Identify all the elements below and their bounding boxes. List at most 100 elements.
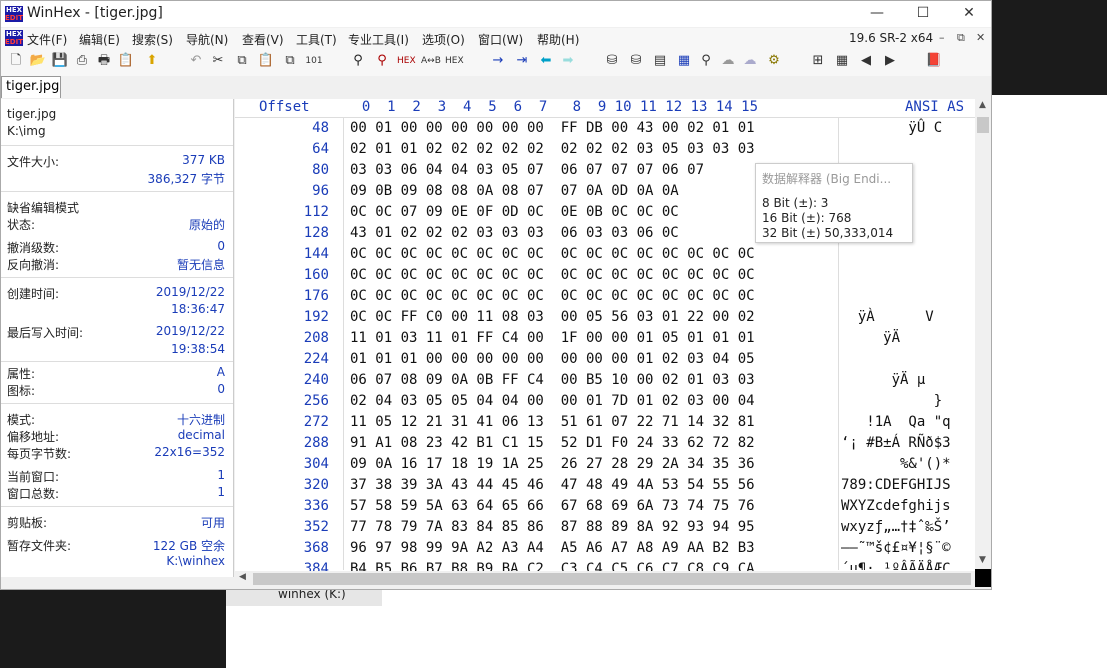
ansi-row-text[interactable]: 789:CDEFGHIJS bbox=[841, 477, 951, 493]
close-button[interactable]: ✕ bbox=[959, 4, 979, 22]
options-gear-icon[interactable]: ⚙ bbox=[765, 52, 783, 70]
open-disk-icon[interactable]: ⛁ bbox=[603, 52, 621, 70]
print-icon[interactable]: ⎙ bbox=[73, 52, 91, 70]
menu-navigate[interactable]: 导航(N) bbox=[186, 31, 228, 48]
find-hex-icon[interactable]: HEX bbox=[397, 52, 416, 70]
hex-row-bytes[interactable]: 96 97 98 99 9A A2 A3 A4 A5 A6 A7 A8 A9 A… bbox=[350, 540, 755, 556]
hex-row-bytes[interactable]: 0C 0C 0C 0C 0C 0C 0C 0C 0C 0C 0C 0C 0C 0… bbox=[350, 288, 755, 304]
menu-options[interactable]: 选项(O) bbox=[422, 31, 465, 48]
temp-folder-path: K:\winhex bbox=[166, 554, 225, 568]
hex-row-bytes[interactable]: 09 0B 09 08 08 0A 08 07 07 0A 0D 0A 0A bbox=[350, 183, 679, 199]
vertical-scroll-thumb[interactable] bbox=[977, 117, 989, 133]
export-icon[interactable]: ⬆ bbox=[143, 52, 161, 70]
doc-restore-icon[interactable]: ⧉ bbox=[957, 31, 965, 45]
replace-hex-icon[interactable]: A↔B bbox=[421, 52, 441, 70]
paste-zero-icon[interactable]: ⧉ bbox=[281, 52, 299, 70]
hex-row-bytes[interactable]: 02 01 01 02 02 02 02 02 02 02 02 03 05 0… bbox=[350, 141, 755, 157]
find-text-icon[interactable]: ⚲ bbox=[349, 52, 367, 70]
disk-add-icon[interactable]: ⛁ bbox=[627, 52, 645, 70]
undo-icon[interactable]: ↶ bbox=[187, 52, 205, 70]
ansi-row-text[interactable]: WXYZcdefghijs bbox=[841, 498, 951, 514]
ansi-row-text[interactable]: ÿÀ V bbox=[841, 309, 934, 325]
minimize-button[interactable]: — bbox=[867, 4, 887, 22]
hex-row-bytes[interactable]: 0C 0C FF C0 00 11 08 03 00 05 56 03 01 2… bbox=[350, 309, 755, 325]
vertical-scrollbar[interactable] bbox=[975, 99, 991, 569]
hex-row-bytes[interactable]: 01 01 01 00 00 00 00 00 00 00 00 01 02 0… bbox=[350, 351, 755, 367]
scroll-left-icon[interactable]: ◀ bbox=[239, 572, 246, 582]
scroll-down-icon[interactable]: ▼ bbox=[979, 555, 986, 565]
hex-row-bytes[interactable]: 91 A1 08 23 42 B1 C1 15 52 D1 F0 24 33 6… bbox=[350, 435, 755, 451]
ansi-row-text[interactable]: wxyzƒ„…†‡ˆ‰Š’ bbox=[841, 519, 951, 535]
hex-row-bytes[interactable]: 0C 0C 07 09 0E 0F 0D 0C 0E 0B 0C 0C 0C bbox=[350, 204, 679, 220]
menu-help[interactable]: 帮助(H) bbox=[537, 31, 579, 48]
help-book-icon[interactable]: 📕 bbox=[925, 52, 943, 70]
hex-row-bytes[interactable]: 0C 0C 0C 0C 0C 0C 0C 0C 0C 0C 0C 0C 0C 0… bbox=[350, 267, 755, 283]
winhex-window: HEX EDIT WinHex - [tiger.jpg] — ☐ ✕ HEX ED… bbox=[0, 0, 992, 590]
hex-values-icon[interactable]: HEX bbox=[445, 52, 464, 70]
hex-row-bytes[interactable]: 00 01 00 00 00 00 00 00 FF DB 00 43 00 0… bbox=[350, 120, 755, 136]
ansi-row-text[interactable]: ‘¡ #B±Á RÑð$3 bbox=[841, 435, 951, 451]
hex-row-bytes[interactable]: 0C 0C 0C 0C 0C 0C 0C 0C 0C 0C 0C 0C 0C 0… bbox=[350, 246, 755, 262]
menu-view[interactable]: 查看(V) bbox=[242, 31, 284, 48]
menu-window[interactable]: 窗口(W) bbox=[478, 31, 523, 48]
title-bar[interactable]: HEX EDIT WinHex - [tiger.jpg] — ☐ ✕ bbox=[1, 1, 991, 27]
hex-row-bytes[interactable]: 03 03 06 04 04 03 05 07 06 07 07 07 06 0… bbox=[350, 162, 704, 178]
save-icon[interactable]: 💾 bbox=[51, 52, 69, 70]
cut-icon[interactable]: ✂ bbox=[209, 52, 227, 70]
ansi-row-text[interactable]: ÿÄ µ bbox=[841, 372, 926, 388]
horizontal-scroll-thumb[interactable] bbox=[253, 573, 971, 585]
hex-row-bytes[interactable]: 77 78 79 7A 83 84 85 86 87 88 89 8A 92 9… bbox=[350, 519, 755, 535]
hex-row-bytes[interactable]: 02 04 03 05 05 04 04 00 00 01 7D 01 02 0… bbox=[350, 393, 755, 409]
hex-row-bytes[interactable]: 37 38 39 3A 43 44 45 46 47 48 49 4A 53 5… bbox=[350, 477, 755, 493]
menu-file[interactable]: 文件(F) bbox=[27, 31, 67, 48]
size-label: 文件大小: bbox=[7, 155, 60, 169]
menu-edit[interactable]: 编辑(E) bbox=[79, 31, 120, 48]
ansi-row-text[interactable]: !1A Qa "q bbox=[841, 414, 950, 430]
goto-sector-icon[interactable]: ⇥ bbox=[513, 52, 531, 70]
open-file-icon[interactable]: 📂 bbox=[29, 52, 47, 70]
offset-cell: 368 bbox=[303, 540, 329, 556]
new-file-icon[interactable]: 🗋 bbox=[7, 52, 25, 70]
next-icon[interactable]: ▶ bbox=[881, 52, 899, 70]
technical-icon[interactable]: ☁ bbox=[741, 52, 759, 70]
replace-text-icon[interactable]: ⚲ bbox=[373, 52, 391, 70]
ansi-row-text[interactable]: –—˜™š¢£¤¥¦§¨© bbox=[841, 540, 951, 556]
ansi-row-text[interactable]: %&'()* bbox=[841, 456, 951, 472]
sync-icon[interactable]: ⊞ bbox=[809, 52, 827, 70]
calculator-icon[interactable]: ▦ bbox=[675, 52, 693, 70]
menu-pro-tools[interactable]: 专业工具(I) bbox=[348, 31, 409, 48]
doc-minimize-icon[interactable]: – bbox=[939, 31, 945, 44]
previous-icon[interactable]: ◀ bbox=[857, 52, 875, 70]
scrollbar-corner bbox=[975, 569, 991, 587]
hex-row-bytes[interactable]: 57 58 59 5A 63 64 65 66 67 68 69 6A 73 7… bbox=[350, 498, 755, 514]
scroll-up-icon[interactable]: ▲ bbox=[979, 100, 986, 110]
compare-icon[interactable]: ▦ bbox=[833, 52, 851, 70]
forward-icon[interactable]: ➡ bbox=[559, 52, 577, 70]
menu-tools[interactable]: 工具(T) bbox=[296, 31, 337, 48]
ram-icon[interactable]: ▤ bbox=[651, 52, 669, 70]
hex-row-bytes[interactable]: 43 01 02 02 02 03 03 03 06 03 03 06 0C bbox=[350, 225, 679, 241]
hex-row-bytes[interactable]: 11 01 03 11 01 FF C4 00 1F 00 00 01 05 0… bbox=[350, 330, 755, 346]
back-icon[interactable]: ⬅ bbox=[537, 52, 555, 70]
hex-row-bytes[interactable]: 09 0A 16 17 18 19 1A 25 26 27 28 29 2A 3… bbox=[350, 456, 755, 472]
hex-row-bytes[interactable]: 06 07 08 09 0A 0B FF C4 00 B5 10 00 02 0… bbox=[350, 372, 755, 388]
ansi-row-text[interactable]: ÿÛ C bbox=[841, 120, 942, 136]
properties-icon[interactable]: 📋 bbox=[117, 52, 135, 70]
fill-bytes-icon[interactable]: 101 bbox=[305, 52, 323, 70]
ansi-row-text[interactable]: ´µ¶·¸¹ºÂÃÄÅÆÇ bbox=[841, 561, 951, 570]
ansi-row-text[interactable]: } bbox=[841, 393, 942, 409]
doc-close-icon[interactable]: ✕ bbox=[976, 31, 985, 44]
hash-icon[interactable]: ☁ bbox=[719, 52, 737, 70]
copy-icon[interactable]: ⧉ bbox=[233, 52, 251, 70]
ansi-row-text[interactable]: ÿÄ bbox=[841, 330, 900, 346]
paste-icon[interactable]: 📋 bbox=[257, 52, 275, 70]
clipboard-label: 剪贴板: bbox=[7, 516, 48, 530]
menu-search[interactable]: 搜索(S) bbox=[132, 31, 173, 48]
printer-icon[interactable]: 🖶 bbox=[95, 52, 113, 70]
analyze-icon[interactable]: ⚲ bbox=[697, 52, 715, 70]
info-panel: tiger.jpg K:\img 文件大小: 377 KB 386,327 字节… bbox=[1, 99, 234, 577]
hex-row-bytes[interactable]: 11 05 12 21 31 41 06 13 51 61 07 22 71 1… bbox=[350, 414, 755, 430]
goto-offset-icon[interactable]: → bbox=[489, 52, 507, 70]
maximize-button[interactable]: ☐ bbox=[913, 4, 933, 22]
tab-tiger-jpg[interactable]: tiger.jpg bbox=[1, 76, 61, 98]
